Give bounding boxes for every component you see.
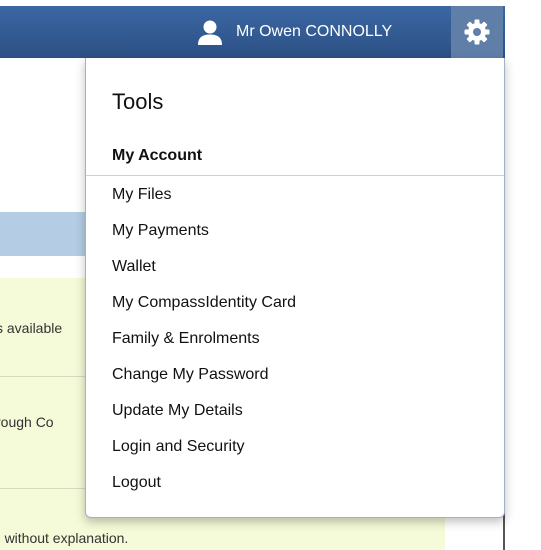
settings-button[interactable] [451,6,503,58]
gear-icon [464,19,490,45]
menu-list: My Files My Payments Wallet My CompassId… [86,182,504,506]
user-icon [198,20,222,45]
menu-section-heading: My Account [112,147,203,164]
notice-divider [0,376,86,377]
notice-text: s available [0,320,63,336]
menu-title: Tools [112,89,164,114]
page-margin [505,0,541,550]
notice-divider [0,488,86,489]
user-name[interactable]: Mr Owen CONNOLLY [236,23,392,41]
menu-item-compass-identity-card[interactable]: My CompassIdentity Card [86,290,504,326]
menu-item-my-files[interactable]: My Files [86,182,504,218]
top-header-bar: Mr Owen CONNOLLY [0,6,505,59]
page-background [0,58,86,212]
menu-item-logout[interactable]: Logout [86,470,504,506]
section-header-strip [0,212,86,256]
menu-item-my-payments[interactable]: My Payments [86,218,504,254]
menu-item-wallet[interactable]: Wallet [86,254,504,290]
notice-text: rough Co [0,414,54,430]
menu-item-update-details[interactable]: Update My Details [86,398,504,434]
notice-text: ' without explanation. [0,530,129,546]
menu-item-login-security[interactable]: Login and Security [86,434,504,470]
user-menu[interactable]: Mr Owen CONNOLLY [196,6,392,58]
menu-item-change-password[interactable]: Change My Password [86,362,504,398]
tools-dropdown-menu: Tools My Account My Files My Payments Wa… [85,58,505,518]
menu-divider [86,175,504,176]
menu-item-family-enrolments[interactable]: Family & Enrolments [86,326,504,362]
